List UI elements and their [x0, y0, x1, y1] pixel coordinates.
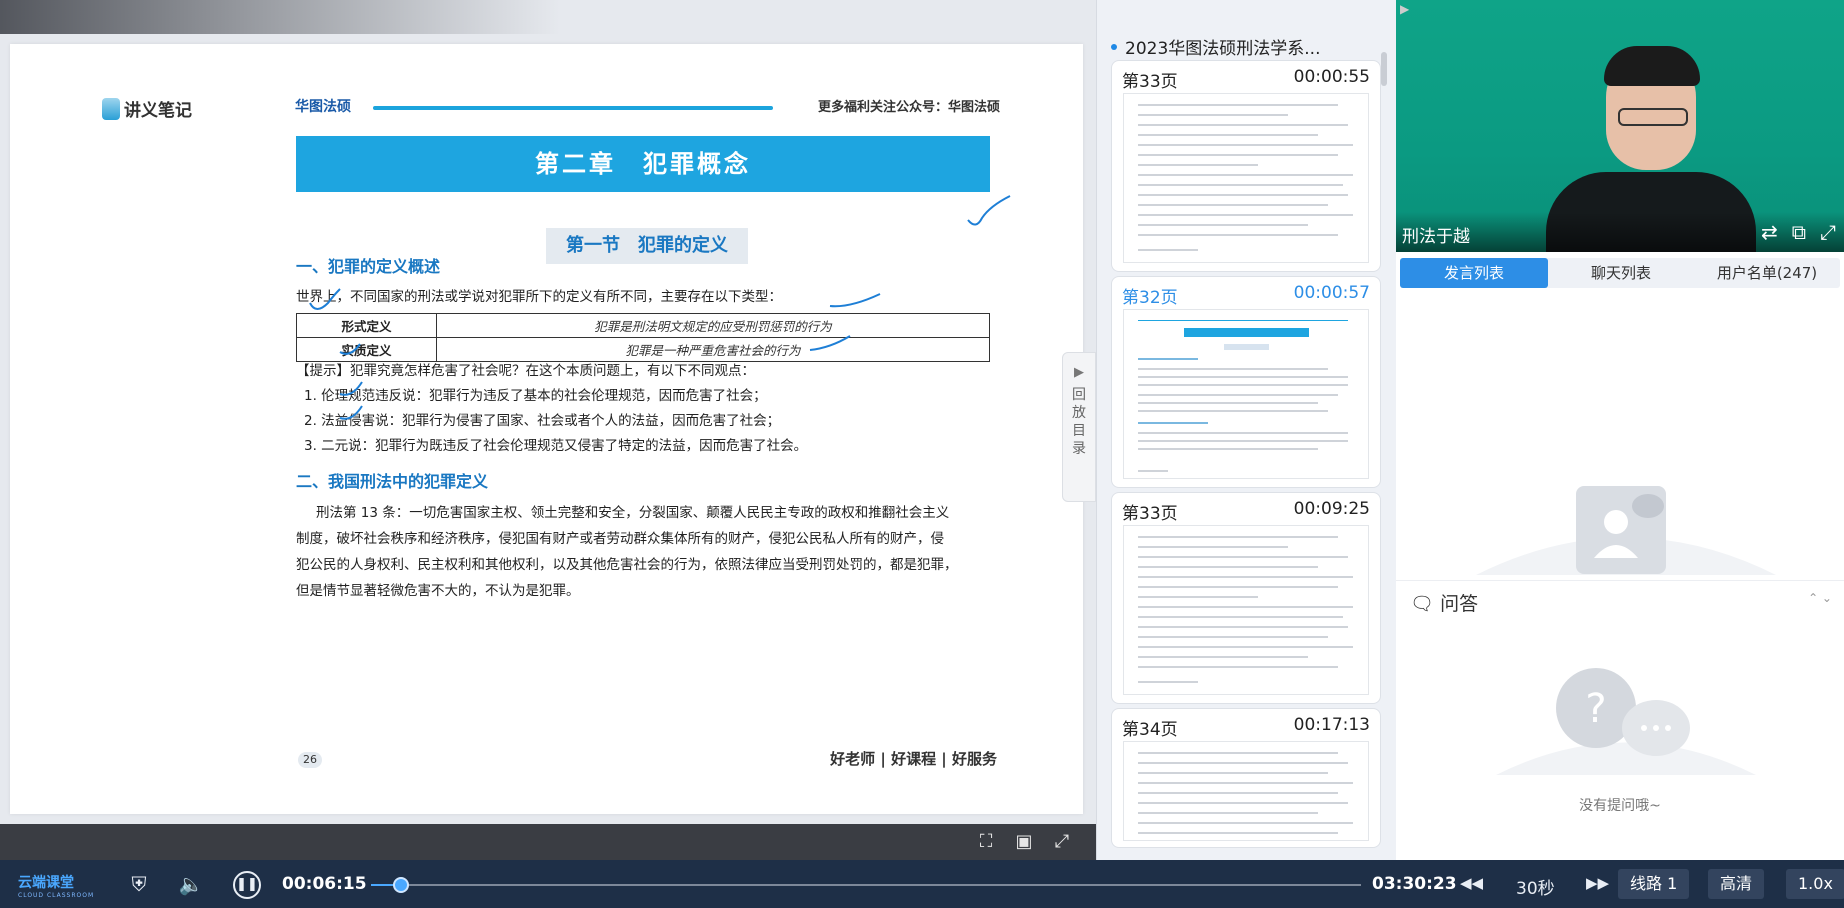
slide-control-bar: ⛶ ▣ ⤢: [0, 824, 1096, 860]
app-logo-text: 云端课堂: [18, 875, 74, 891]
volume-icon[interactable]: 🔈: [178, 872, 204, 898]
heading-china-definition: 二、我国刑法中的犯罪定义: [296, 472, 489, 491]
current-time: 00:06:15: [282, 874, 367, 894]
chapter-title: 第二章 犯罪概念: [296, 136, 990, 192]
total-time: 03:30:23: [1372, 874, 1457, 894]
no-questions-text: 没有提问哦~: [1579, 798, 1661, 814]
progress-knob[interactable]: [392, 877, 409, 893]
fit-screen-icon[interactable]: ⛶: [974, 830, 998, 854]
table-cell-definition: 犯罪是刑法明文规定的应受刑罚惩罚的行为: [436, 313, 990, 338]
point-1: 1. 伦理规范违反说：犯罪行为违反了基本的社会伦理规范，因而危害了社会；: [304, 388, 767, 404]
thumbnail-preview: [1123, 525, 1369, 695]
shield-icon[interactable]: ⛨: [126, 872, 152, 898]
replay-thumbnail-list: 2023华图法硕刑法学系... 第33页 00:00:55 第32页 00:00:5…: [1096, 0, 1396, 860]
thumbnail-card-active[interactable]: 第32页 00:00:57: [1111, 276, 1381, 488]
fit-width-icon[interactable]: ▣: [1012, 830, 1036, 854]
thumbnail-time: 00:17:13: [1293, 715, 1370, 735]
footer-slogan: 好老师 | 好课程 | 好服务: [830, 750, 997, 768]
thumbnail-page: 第33页: [1122, 72, 1178, 92]
collapse-icon[interactable]: ⌃ ⌄: [1808, 591, 1832, 605]
bullet-dot-icon: [1111, 44, 1117, 50]
section-title: 第一节 犯罪的定义: [546, 228, 748, 264]
thumbnail-preview: [1123, 741, 1369, 841]
public-account-text: 更多福利关注公众号：华图法硕: [817, 100, 1000, 115]
forward-icon[interactable]: ▶▶: [1586, 874, 1609, 892]
hint-paragraph: 【提示】犯罪究竟怎样危害了社会呢？在这个本质问题上，有以下不同观点：: [296, 363, 755, 379]
thumbnail-preview: [1123, 93, 1369, 263]
definition-table: 形式定义 犯罪是刑法明文规定的应受刑罚惩罚的行为 实质定义 犯罪是一种严重危害社…: [296, 313, 990, 362]
progress-track[interactable]: [371, 884, 1361, 886]
qa-icon: 🗨: [1410, 593, 1441, 615]
article-line-1: 刑法第 13 条：一切危害国家主权、领土完整和安全，分裂国家、颠覆人民民主专政的…: [316, 505, 950, 521]
tab-user-list[interactable]: 用户名单(247): [1694, 258, 1840, 288]
thumbnail-scrollbar[interactable]: [1381, 52, 1387, 86]
thumbnail-time: 00:00:55: [1293, 67, 1370, 87]
right-panel: ▶ 刑法于越 ⇄ ⧉ ⤢ 发言列表 聊天列表 用户名单(247) 🗨 问答 ⌃ ⌄: [1396, 0, 1844, 860]
article-line-2: 制度，破坏社会秩序和经济秩序，侵犯国有财产或者劳动群众集体所有的财产，侵犯公民私…: [296, 531, 944, 547]
qa-label-text: 问答: [1440, 593, 1479, 615]
pause-button[interactable]: ❚❚: [233, 871, 261, 899]
app-logo: 云端课堂 CLOUD CLASSROOM: [18, 872, 94, 899]
empty-qa-illustration: ?: [1496, 668, 1756, 775]
qa-label: 🗨 问答: [1410, 589, 1478, 616]
expand-icon[interactable]: ⤢: [1050, 830, 1074, 854]
switch-icon[interactable]: ⇄: [1761, 220, 1778, 244]
course-title-text: 2023华图法硕刑法学系...: [1125, 39, 1321, 59]
heading-definition-overview: 一、犯罪的定义概述: [296, 257, 441, 276]
quality-button[interactable]: 高清: [1708, 869, 1765, 899]
tab-speech-list[interactable]: 发言列表: [1400, 258, 1548, 288]
thumbnail-time: 00:00:57: [1293, 283, 1370, 303]
notes-logo-icon: [102, 98, 120, 120]
line-select-button[interactable]: 线路 1: [1618, 869, 1690, 899]
thumbnail-page: 第34页: [1122, 720, 1178, 740]
point-3: 3. 二元说：犯罪行为既违反了社会伦理规范又侵害了特定的法益，因而危害了社会。: [304, 438, 808, 454]
thumbnail-preview: [1123, 309, 1369, 479]
thumbnail-card[interactable]: 第33页 00:09:25: [1111, 492, 1381, 704]
brand-logo: 华图法硕: [295, 99, 351, 115]
top-fade-bar: [0, 0, 560, 34]
popout-icon[interactable]: ⧉: [1792, 220, 1806, 244]
app: 讲义笔记 华图法硕 更多福利关注公众号：华图法硕 第二章 犯罪概念 第一节 犯罪…: [0, 0, 1844, 908]
header-divider: [373, 106, 773, 110]
lecture-slide: 讲义笔记 华图法硕 更多福利关注公众号：华图法硕 第二章 犯罪概念 第一节 犯罪…: [10, 44, 1083, 814]
tab-chat-list[interactable]: 聊天列表: [1548, 258, 1694, 288]
thumbnail-card[interactable]: 第34页 00:17:13: [1111, 708, 1381, 848]
page-number: 26: [298, 752, 322, 768]
teacher-glasses: [1618, 108, 1688, 126]
teacher-video: ▶ 刑法于越 ⇄ ⧉ ⤢: [1396, 0, 1844, 252]
skip-seconds-label: 30秒: [1516, 879, 1555, 899]
thumbnail-time: 00:09:25: [1293, 499, 1370, 519]
course-title: 2023华图法硕刑法学系...: [1111, 34, 1320, 59]
svg-text:?: ?: [1585, 686, 1606, 732]
video-controls: ⇄ ⧉ ⤢: [1747, 220, 1836, 244]
intro-paragraph: 世界上，不同国家的刑法或学说对犯罪所下的定义有所不同，主要存在以下类型：: [296, 289, 782, 305]
replay-catalog-tab[interactable]: ▶ 回放目录: [1062, 352, 1096, 502]
empty-chat-illustration: [1476, 486, 1776, 575]
slide-header: 华图法硕 更多福利关注公众号：华图法硕: [295, 96, 1000, 116]
expand-arrow-icon: ▶: [1074, 365, 1084, 380]
table-row: 形式定义 犯罪是刑法明文规定的应受刑罚惩罚的行为: [296, 313, 990, 338]
replay-catalog-label: 回放目录: [1072, 387, 1086, 457]
rewind-icon[interactable]: ◀◀: [1460, 874, 1483, 892]
notes-logo-text: 讲义笔记: [124, 101, 192, 121]
qa-header: 🗨 问答 ⌃ ⌄: [1396, 580, 1844, 616]
article-line-3: 犯公民的人身权利、民主权利和其他权利，以及其他危害社会的行为，依照法律应当受刑罚…: [296, 557, 958, 573]
table-cell-term: 形式定义: [296, 313, 437, 338]
panel-tabs: 发言列表 聊天列表 用户名单(247): [1400, 258, 1840, 288]
thumbnail-page: 第33页: [1122, 504, 1178, 524]
player-bar: 云端课堂 CLOUD CLASSROOM ⛨ 🔈 ❚❚ 00:06:15 03:3…: [0, 860, 1844, 908]
point-2: 2. 法益侵害说：犯罪行为侵害了国家、社会或者个人的法益，因而危害了社会；: [304, 413, 781, 429]
speed-button[interactable]: 1.0x: [1786, 869, 1844, 899]
panel-toggle-icon[interactable]: ▶: [1400, 2, 1409, 16]
thumbnail-card[interactable]: 第33页 00:00:55: [1111, 60, 1381, 272]
notes-logo: 讲义笔记: [102, 96, 192, 121]
teacher-hair: [1604, 46, 1700, 86]
app-logo-subtext: CLOUD CLASSROOM: [18, 892, 95, 899]
fullscreen-icon[interactable]: ⤢: [1820, 220, 1836, 244]
slide-stage: 讲义笔记 华图法硕 更多福利关注公众号：华图法硕 第二章 犯罪概念 第一节 犯罪…: [0, 0, 1096, 824]
article-line-4: 但是情节显著轻微危害不大的，不认为是犯罪。: [296, 583, 580, 599]
thumbnail-page: 第32页: [1122, 288, 1178, 308]
